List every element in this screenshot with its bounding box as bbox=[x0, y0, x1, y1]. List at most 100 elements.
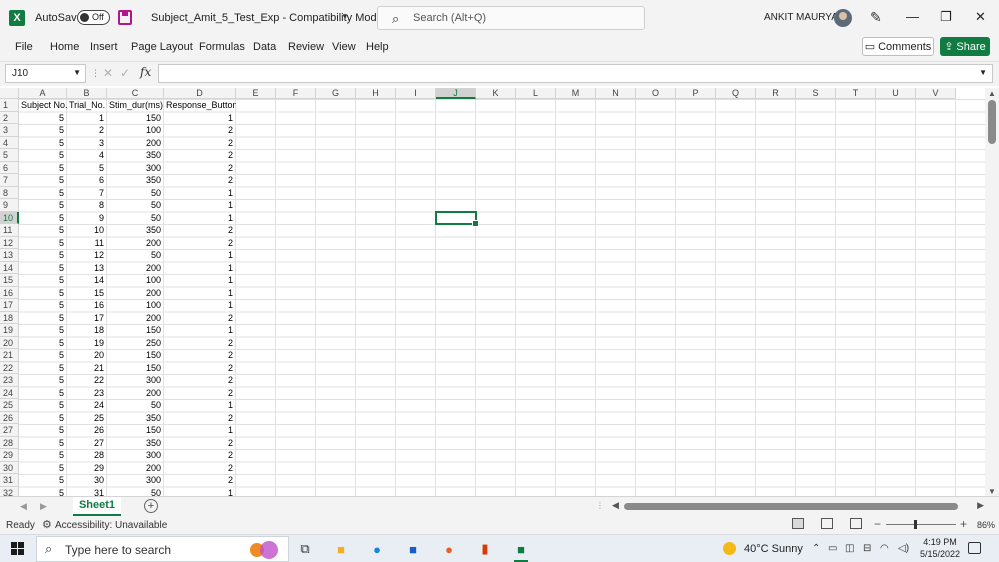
table-cell[interactable]: 5 bbox=[19, 437, 67, 450]
notification-icon[interactable] bbox=[968, 542, 981, 554]
header-cell[interactable]: Subject No. bbox=[19, 99, 67, 112]
table-cell[interactable]: 50 bbox=[107, 249, 164, 262]
table-cell[interactable]: 50 bbox=[107, 487, 164, 497]
row-header[interactable]: 25 bbox=[0, 399, 19, 412]
table-cell[interactable]: 2 bbox=[164, 162, 236, 175]
table-cell[interactable]: 3 bbox=[67, 137, 107, 150]
chevron-up-icon[interactable]: ⌃ bbox=[812, 543, 820, 554]
scroll-left-icon[interactable]: ◀ bbox=[612, 500, 619, 511]
column-header-b[interactable]: B bbox=[67, 88, 107, 99]
windows-start-icon[interactable] bbox=[11, 542, 25, 556]
table-cell[interactable]: 1 bbox=[164, 424, 236, 437]
table-cell[interactable]: 150 bbox=[107, 424, 164, 437]
row-header[interactable]: 9 bbox=[0, 199, 19, 212]
table-cell[interactable]: 29 bbox=[67, 462, 107, 475]
row-header[interactable]: 19 bbox=[0, 324, 19, 337]
menu-formulas[interactable]: Formulas bbox=[199, 41, 245, 53]
row-header[interactable]: 1 bbox=[0, 99, 19, 112]
table-cell[interactable]: 5 bbox=[19, 149, 67, 162]
spreadsheet-grid[interactable]: A B C D E F G H I J K L M N O P Q R S T U V 1 2 3 4 5 6 7 8 9 10 11 12 13 1… bbox=[0, 88, 985, 496]
table-cell[interactable]: 300 bbox=[107, 374, 164, 387]
table-cell[interactable]: 1 bbox=[164, 112, 236, 125]
row-header[interactable]: 32 bbox=[0, 486, 19, 496]
table-cell[interactable]: 1 bbox=[164, 212, 236, 225]
table-cell[interactable]: 2 bbox=[164, 374, 236, 387]
table-cell[interactable]: 18 bbox=[67, 324, 107, 337]
normal-view-icon[interactable] bbox=[792, 518, 804, 529]
table-cell[interactable]: 5 bbox=[19, 424, 67, 437]
table-cell[interactable]: 150 bbox=[107, 349, 164, 362]
row-header[interactable]: 16 bbox=[0, 286, 19, 299]
row-header[interactable]: 2 bbox=[0, 111, 19, 124]
row-header[interactable]: 10 bbox=[0, 211, 19, 224]
horizontal-scroll-thumb[interactable] bbox=[624, 503, 958, 510]
table-cell[interactable]: 1 bbox=[164, 324, 236, 337]
table-cell[interactable]: 4 bbox=[67, 149, 107, 162]
volume-icon[interactable]: ◁) bbox=[898, 543, 909, 554]
table-cell[interactable]: 50 bbox=[107, 187, 164, 200]
menu-page-layout[interactable]: Page Layout bbox=[131, 41, 193, 53]
row-header[interactable]: 11 bbox=[0, 224, 19, 237]
table-cell[interactable]: 50 bbox=[107, 199, 164, 212]
tab-prev-icon[interactable]: ◀ bbox=[20, 501, 27, 512]
menu-view[interactable]: View bbox=[332, 41, 356, 53]
table-cell[interactable]: 5 bbox=[19, 237, 67, 250]
table-cell[interactable]: 5 bbox=[67, 162, 107, 175]
table-cell[interactable]: 2 bbox=[164, 237, 236, 250]
menu-help[interactable]: Help bbox=[366, 41, 389, 53]
table-cell[interactable]: 100 bbox=[107, 124, 164, 137]
table-cell[interactable]: 2 bbox=[164, 462, 236, 475]
select-all-corner[interactable] bbox=[0, 88, 19, 99]
table-cell[interactable]: 5 bbox=[19, 162, 67, 175]
weather-text[interactable]: 40°C Sunny bbox=[744, 543, 803, 555]
table-cell[interactable]: 2 bbox=[164, 137, 236, 150]
table-cell[interactable]: 15 bbox=[67, 287, 107, 300]
zoom-slider-knob[interactable] bbox=[914, 520, 917, 529]
table-cell[interactable]: 2 bbox=[164, 362, 236, 375]
column-header-i[interactable]: I bbox=[396, 88, 436, 99]
table-cell[interactable]: 5 bbox=[19, 362, 67, 375]
table-cell[interactable]: 24 bbox=[67, 399, 107, 412]
row-header[interactable]: 18 bbox=[0, 311, 19, 324]
chevron-down-icon[interactable]: ▼ bbox=[341, 12, 349, 21]
row-header[interactable]: 21 bbox=[0, 349, 19, 362]
table-cell[interactable]: 2 bbox=[164, 224, 236, 237]
table-cell[interactable]: 2 bbox=[164, 474, 236, 487]
column-header-n[interactable]: N bbox=[596, 88, 636, 99]
active-cell-outline[interactable] bbox=[435, 210, 479, 227]
table-cell[interactable]: 5 bbox=[19, 299, 67, 312]
column-header-q[interactable]: Q bbox=[716, 88, 756, 99]
table-cell[interactable]: 5 bbox=[19, 224, 67, 237]
table-cell[interactable]: 5 bbox=[19, 387, 67, 400]
table-cell[interactable]: 100 bbox=[107, 274, 164, 287]
zoom-slider[interactable] bbox=[886, 524, 956, 525]
comments-button[interactable]: ▭ Comments bbox=[862, 37, 934, 56]
row-header[interactable]: 28 bbox=[0, 436, 19, 449]
table-cell[interactable]: 250 bbox=[107, 337, 164, 350]
column-header-t[interactable]: T bbox=[836, 88, 876, 99]
table-cell[interactable]: 2 bbox=[164, 337, 236, 350]
table-cell[interactable]: 150 bbox=[107, 324, 164, 337]
table-cell[interactable]: 1 bbox=[164, 487, 236, 497]
table-cell[interactable]: 19 bbox=[67, 337, 107, 350]
table-cell[interactable]: 5 bbox=[19, 274, 67, 287]
menu-data[interactable]: Data bbox=[253, 41, 276, 53]
table-cell[interactable]: 2 bbox=[164, 412, 236, 425]
column-header-v[interactable]: V bbox=[916, 88, 956, 99]
table-cell[interactable]: 5 bbox=[19, 112, 67, 125]
table-cell[interactable]: 5 bbox=[19, 137, 67, 150]
column-header-r[interactable]: R bbox=[756, 88, 796, 99]
enter-icon[interactable]: ✓ bbox=[120, 66, 130, 80]
table-cell[interactable]: 1 bbox=[164, 399, 236, 412]
tab-sheet1[interactable]: Sheet1 bbox=[73, 497, 121, 516]
table-cell[interactable]: 6 bbox=[67, 174, 107, 187]
menu-home[interactable]: Home bbox=[50, 41, 79, 53]
row-header[interactable]: 27 bbox=[0, 424, 19, 437]
table-cell[interactable]: 2 bbox=[67, 124, 107, 137]
tab-next-icon[interactable]: ▶ bbox=[40, 501, 47, 512]
store-icon[interactable]: ■ bbox=[402, 539, 424, 559]
table-cell[interactable]: 100 bbox=[107, 299, 164, 312]
table-cell[interactable]: 1 bbox=[164, 274, 236, 287]
table-cell[interactable]: 27 bbox=[67, 437, 107, 450]
row-header[interactable]: 7 bbox=[0, 174, 19, 187]
